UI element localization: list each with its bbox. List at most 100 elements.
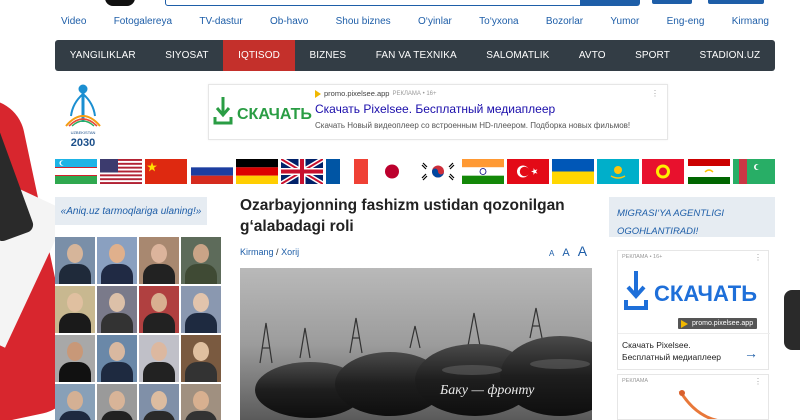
flag-uzbekistan[interactable] bbox=[55, 159, 97, 184]
arrow-right-icon[interactable]: → bbox=[744, 345, 758, 361]
flag-china[interactable] bbox=[145, 159, 188, 184]
top-link-shou-biznes[interactable]: Shou biznes bbox=[330, 16, 397, 32]
leader-portrait[interactable] bbox=[139, 335, 179, 382]
social-follow-box[interactable]: «Aniq.uz tarmoqlariga ulaning!» bbox=[55, 197, 207, 225]
uzbekistan-2030-logo[interactable]: UZBEKISTAN 2030 bbox=[60, 82, 106, 150]
leader-portrait[interactable] bbox=[139, 384, 179, 420]
leader-portrait[interactable] bbox=[181, 335, 221, 382]
leader-portrait[interactable] bbox=[55, 286, 95, 333]
ad-logo-text: СКАЧАТЬ bbox=[237, 106, 312, 123]
leader-portrait[interactable] bbox=[181, 384, 221, 420]
font-size-medium-button[interactable]: A bbox=[562, 247, 569, 259]
right-ad-logo-text: СКАЧАТЬ bbox=[654, 281, 757, 306]
flag-south-korea[interactable] bbox=[416, 159, 459, 184]
top-link-ob-havo[interactable]: Ob-havo bbox=[264, 16, 314, 32]
right-ad-menu-icon[interactable]: ⋮ bbox=[754, 253, 762, 262]
right-ad-source: promo.pixelsee.app bbox=[678, 318, 758, 329]
page: Video Fotogalereya TV-dastur Ob-havo Shou bi… bbox=[0, 0, 800, 420]
flag-japan[interactable] bbox=[371, 159, 414, 184]
flag-kazakhstan[interactable] bbox=[597, 159, 640, 184]
header-button-1[interactable] bbox=[652, 0, 692, 4]
flag-india[interactable] bbox=[461, 159, 504, 184]
flag-germany[interactable] bbox=[235, 159, 278, 184]
right-ad-headline[interactable]: Скачать Pixelsee. Бесплатный медиаплеер bbox=[622, 339, 732, 363]
top-link-video[interactable]: Video bbox=[55, 16, 92, 32]
flag-ukraine[interactable] bbox=[552, 159, 595, 184]
article-breadcrumb: Kirmang / Xorij bbox=[240, 247, 299, 257]
leader-portrait[interactable] bbox=[139, 237, 179, 284]
top-link-kirmang[interactable]: Kirmang bbox=[726, 16, 775, 32]
ad-tag: РЕКЛАМА • 16+ bbox=[392, 90, 437, 97]
category-link-1[interactable]: Kirmang bbox=[240, 247, 274, 257]
breadcrumb-separator: / bbox=[276, 247, 279, 257]
search-button[interactable] bbox=[580, 0, 640, 6]
flag-kyrgyzstan[interactable] bbox=[642, 159, 685, 184]
leader-portrait[interactable] bbox=[181, 286, 221, 333]
leader-portrait[interactable] bbox=[139, 286, 179, 333]
leader-portrait[interactable] bbox=[97, 335, 137, 382]
nav-item-sport[interactable]: SPORT bbox=[620, 40, 684, 71]
right-ad2-menu-icon[interactable]: ⋮ bbox=[754, 377, 762, 386]
leader-portrait[interactable] bbox=[55, 335, 95, 382]
ad-description: Скачать Новый видеоплеер со встроенным H… bbox=[315, 121, 631, 130]
top-ad-banner[interactable]: СКАЧАТЬ promo.pixelsee.app РЕКЛАМА • 16+… bbox=[208, 84, 668, 140]
top-link-yumor[interactable]: Yumor bbox=[604, 16, 645, 32]
search-input[interactable] bbox=[165, 0, 585, 6]
site-logo-fragment[interactable] bbox=[105, 0, 135, 6]
flag-usa[interactable] bbox=[100, 159, 143, 184]
top-link-eng-eng[interactable]: Eng-eng bbox=[661, 16, 711, 32]
main-nav: YANGILIKLAR SIYOSAT IQTISOD BIZNES FAN VA TE… bbox=[55, 40, 775, 71]
flag-turkey[interactable] bbox=[506, 159, 549, 184]
nav-item-yangiliklar[interactable]: YANGILIKLAR bbox=[55, 40, 150, 71]
download-logo-large: СКАЧАТЬ bbox=[624, 271, 757, 310]
category-link-2[interactable]: Xorij bbox=[281, 247, 299, 257]
flag-turkmenistan[interactable] bbox=[732, 159, 775, 184]
migration-agency-text: MIGRASI‘YA AGENTLIGI OGOHLANTIRADI! bbox=[617, 208, 724, 237]
leaders-grid bbox=[55, 237, 221, 420]
ad-headline[interactable]: Скачать Pixelsee. Бесплатный медиаплеер bbox=[315, 102, 555, 116]
flag-france[interactable] bbox=[326, 159, 369, 184]
ad-menu-icon[interactable]: ⋮ bbox=[651, 89, 659, 98]
leader-portrait[interactable] bbox=[55, 384, 95, 420]
nav-item-biznes[interactable]: BIZNES bbox=[295, 40, 361, 71]
leader-portrait[interactable] bbox=[97, 384, 137, 420]
font-size-large-button[interactable]: A bbox=[578, 243, 587, 259]
flag-russia[interactable] bbox=[190, 159, 233, 184]
right-ad-banner-2[interactable]: РЕКЛАМА ⋮ bbox=[617, 374, 769, 420]
header-button-2[interactable] bbox=[708, 0, 764, 4]
top-link-to-yxona[interactable]: To‘yxona bbox=[473, 16, 524, 32]
nav-item-avto[interactable]: AVTO bbox=[564, 40, 620, 71]
article-image: Баку — фронту bbox=[240, 268, 592, 420]
top-link-tv-dastur[interactable]: TV-dastur bbox=[193, 16, 248, 32]
play-icon bbox=[315, 89, 321, 98]
download-logo: СКАЧАТЬ bbox=[213, 95, 313, 135]
migration-agency-box[interactable]: MIGRASI‘YA AGENTLIGI OGOHLANTIRADI! bbox=[609, 197, 775, 237]
top-link-o-yinlar[interactable]: O‘yinlar bbox=[412, 16, 458, 32]
ad-image-fragment bbox=[678, 390, 718, 419]
leader-portrait[interactable] bbox=[97, 237, 137, 284]
font-size-small-button[interactable]: A bbox=[549, 249, 554, 258]
right-decoration bbox=[770, 280, 800, 360]
leader-portrait[interactable] bbox=[97, 286, 137, 333]
top-link-fotogalereya[interactable]: Fotogalereya bbox=[108, 16, 178, 32]
ad-source: promo.pixelsee.app РЕКЛАМА • 16+ bbox=[315, 89, 437, 98]
top-links: Video Fotogalereya TV-dastur Ob-havo Shou bi… bbox=[55, 16, 775, 32]
logo-text: 2030 bbox=[71, 137, 95, 149]
leader-portrait[interactable] bbox=[55, 237, 95, 284]
image-caption-text: Баку — фронту bbox=[439, 383, 535, 398]
nav-item-fan-va-texnika[interactable]: FAN VA TEXNIKA bbox=[361, 40, 472, 71]
flag-uk[interactable] bbox=[280, 159, 323, 184]
nav-item-siyosat[interactable]: SIYOSAT bbox=[150, 40, 223, 71]
social-follow-text: «Aniq.uz tarmoqlariga ulaning!» bbox=[60, 205, 202, 217]
right-ad-source-url: promo.pixelsee.app bbox=[692, 320, 754, 327]
nav-item-iqtisod[interactable]: IQTISOD bbox=[223, 40, 295, 71]
nav-item-salomatlik[interactable]: SALOMATLIK bbox=[472, 40, 565, 71]
right-ad-tag: РЕКЛАМА • 16+ bbox=[622, 254, 663, 260]
logo-subtext: UZBEKISTAN bbox=[71, 130, 96, 135]
flag-tajikistan[interactable] bbox=[687, 159, 730, 184]
right-ad-banner[interactable]: РЕКЛАМА • 16+ ⋮ СКАЧАТЬ promo.pixelsee.a… bbox=[617, 250, 770, 370]
top-link-bozorlar[interactable]: Bozorlar bbox=[540, 16, 589, 32]
nav-item-stadion-uz[interactable]: STADION.UZ bbox=[685, 40, 775, 71]
ad-source-url: promo.pixelsee.app bbox=[324, 89, 390, 98]
leader-portrait[interactable] bbox=[181, 237, 221, 284]
